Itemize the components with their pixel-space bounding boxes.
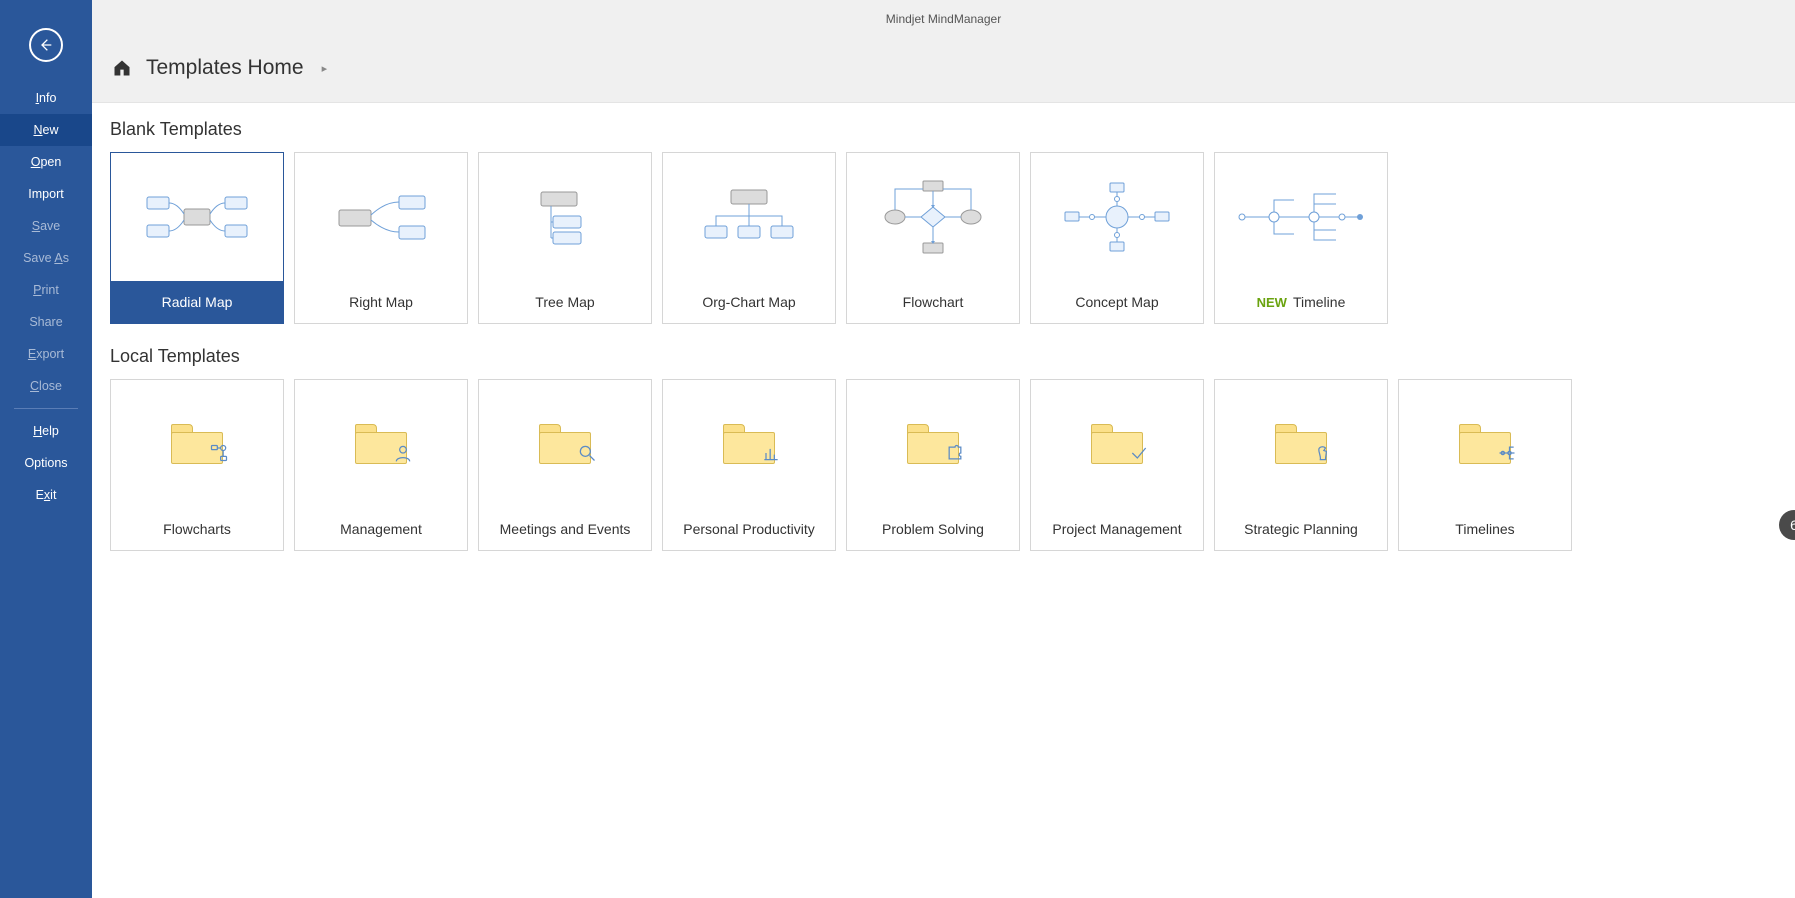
template-label: Tree Map [479, 281, 651, 323]
template-card-right-map[interactable]: Right Map [294, 152, 468, 324]
folder-icon [171, 424, 223, 464]
template-label: Concept Map [1031, 281, 1203, 323]
check-icon [1129, 443, 1149, 468]
folder-icon [723, 424, 775, 464]
backstage-sidebar: InfoNewOpenImportSaveSave AsPrintShareEx… [0, 0, 92, 898]
chevron-right-icon: ▸ [322, 62, 328, 75]
chart-icon [761, 443, 781, 468]
folder-label: Personal Productivity [663, 508, 835, 550]
folder-preview [1399, 380, 1571, 508]
template-card-tree-map[interactable]: Tree Map [478, 152, 652, 324]
template-card-org-chart-map[interactable]: Org-Chart Map [662, 152, 836, 324]
flowchart-icon [209, 443, 229, 468]
sidebar-separator [14, 408, 78, 409]
sidebar-item-print: Print [0, 274, 92, 306]
folder-icon [1275, 424, 1327, 464]
folder-preview [663, 380, 835, 508]
template-label: Radial Map [111, 281, 283, 323]
folder-preview [847, 380, 1019, 508]
template-card-timeline[interactable]: NEWTimeline [1214, 152, 1388, 324]
template-preview [847, 153, 1019, 281]
person-icon [393, 443, 413, 468]
content-area: Blank Templates Radial Map Right Map Tree … [92, 103, 1795, 898]
folder-label: Problem Solving [847, 508, 1019, 550]
folder-label: Strategic Planning [1215, 508, 1387, 550]
template-preview [295, 153, 467, 281]
template-preview [111, 153, 283, 281]
breadcrumb-header: Templates Home ▸ [92, 38, 1795, 103]
folder-card-project-management[interactable]: Project Management [1030, 379, 1204, 551]
sidebar-item-import[interactable]: Import [0, 178, 92, 210]
folder-card-flowcharts[interactable]: Flowcharts [110, 379, 284, 551]
folder-icon [1459, 424, 1511, 464]
app-title: Mindjet MindManager [886, 12, 1001, 26]
section-title-blank: Blank Templates [110, 119, 1785, 140]
sidebar-item-new[interactable]: New [0, 114, 92, 146]
sidebar-item-export: Export [0, 338, 92, 370]
new-badge: NEW [1257, 295, 1287, 310]
sidebar-item-options[interactable]: Options [0, 447, 92, 479]
folder-preview [111, 380, 283, 508]
folder-preview [295, 380, 467, 508]
chess-icon [1313, 443, 1333, 468]
folder-icon [1091, 424, 1143, 464]
folder-label: Project Management [1031, 508, 1203, 550]
folder-label: Management [295, 508, 467, 550]
section-title-local: Local Templates [110, 346, 1785, 367]
folder-icon [907, 424, 959, 464]
folder-label: Timelines [1399, 508, 1571, 550]
sidebar-item-help[interactable]: Help [0, 415, 92, 447]
folder-icon [539, 424, 591, 464]
breadcrumb-title[interactable]: Templates Home [146, 56, 304, 80]
template-card-concept-map[interactable]: Concept Map [1030, 152, 1204, 324]
main-area: Mindjet MindManager Templates Home ▸ Bla… [92, 0, 1795, 898]
sidebar-item-exit[interactable]: Exit [0, 479, 92, 511]
folder-preview [1031, 380, 1203, 508]
timeline-icon [1497, 443, 1517, 468]
folder-card-timelines[interactable]: Timelines [1398, 379, 1572, 551]
home-icon[interactable] [112, 58, 132, 78]
sidebar-item-save: Save [0, 210, 92, 242]
sidebar-item-open[interactable]: Open [0, 146, 92, 178]
folder-card-personal-productivity[interactable]: Personal Productivity [662, 379, 836, 551]
folder-card-problem-solving[interactable]: Problem Solving [846, 379, 1020, 551]
template-card-flowchart[interactable]: Flowchart [846, 152, 1020, 324]
template-preview [479, 153, 651, 281]
blank-templates-row: Radial Map Right Map Tree Map Org-Chart Map… [110, 152, 1785, 324]
folder-icon [355, 424, 407, 464]
template-label: Flowchart [847, 281, 1019, 323]
template-label: Org-Chart Map [663, 281, 835, 323]
template-preview [1215, 153, 1387, 281]
back-button[interactable] [29, 28, 63, 62]
search-icon [577, 443, 597, 468]
sidebar-item-info[interactable]: Info [0, 82, 92, 114]
sidebar-item-save-as: Save As [0, 242, 92, 274]
folder-label: Meetings and Events [479, 508, 651, 550]
folder-card-meetings-and-events[interactable]: Meetings and Events [478, 379, 652, 551]
folder-label: Flowcharts [111, 508, 283, 550]
template-preview [663, 153, 835, 281]
folder-preview [1215, 380, 1387, 508]
sidebar-item-share: Share [0, 306, 92, 338]
puzzle-icon [945, 443, 965, 468]
template-card-radial-map[interactable]: Radial Map [110, 152, 284, 324]
folder-preview [479, 380, 651, 508]
sidebar-item-close: Close [0, 370, 92, 402]
folder-card-management[interactable]: Management [294, 379, 468, 551]
folder-card-strategic-planning[interactable]: Strategic Planning [1214, 379, 1388, 551]
template-label: Right Map [295, 281, 467, 323]
title-bar: Mindjet MindManager [92, 0, 1795, 38]
local-templates-row: Flowcharts Management Meetings and Events P… [110, 379, 1785, 551]
template-label: NEWTimeline [1215, 281, 1387, 323]
arrow-left-icon [38, 37, 54, 53]
template-preview [1031, 153, 1203, 281]
